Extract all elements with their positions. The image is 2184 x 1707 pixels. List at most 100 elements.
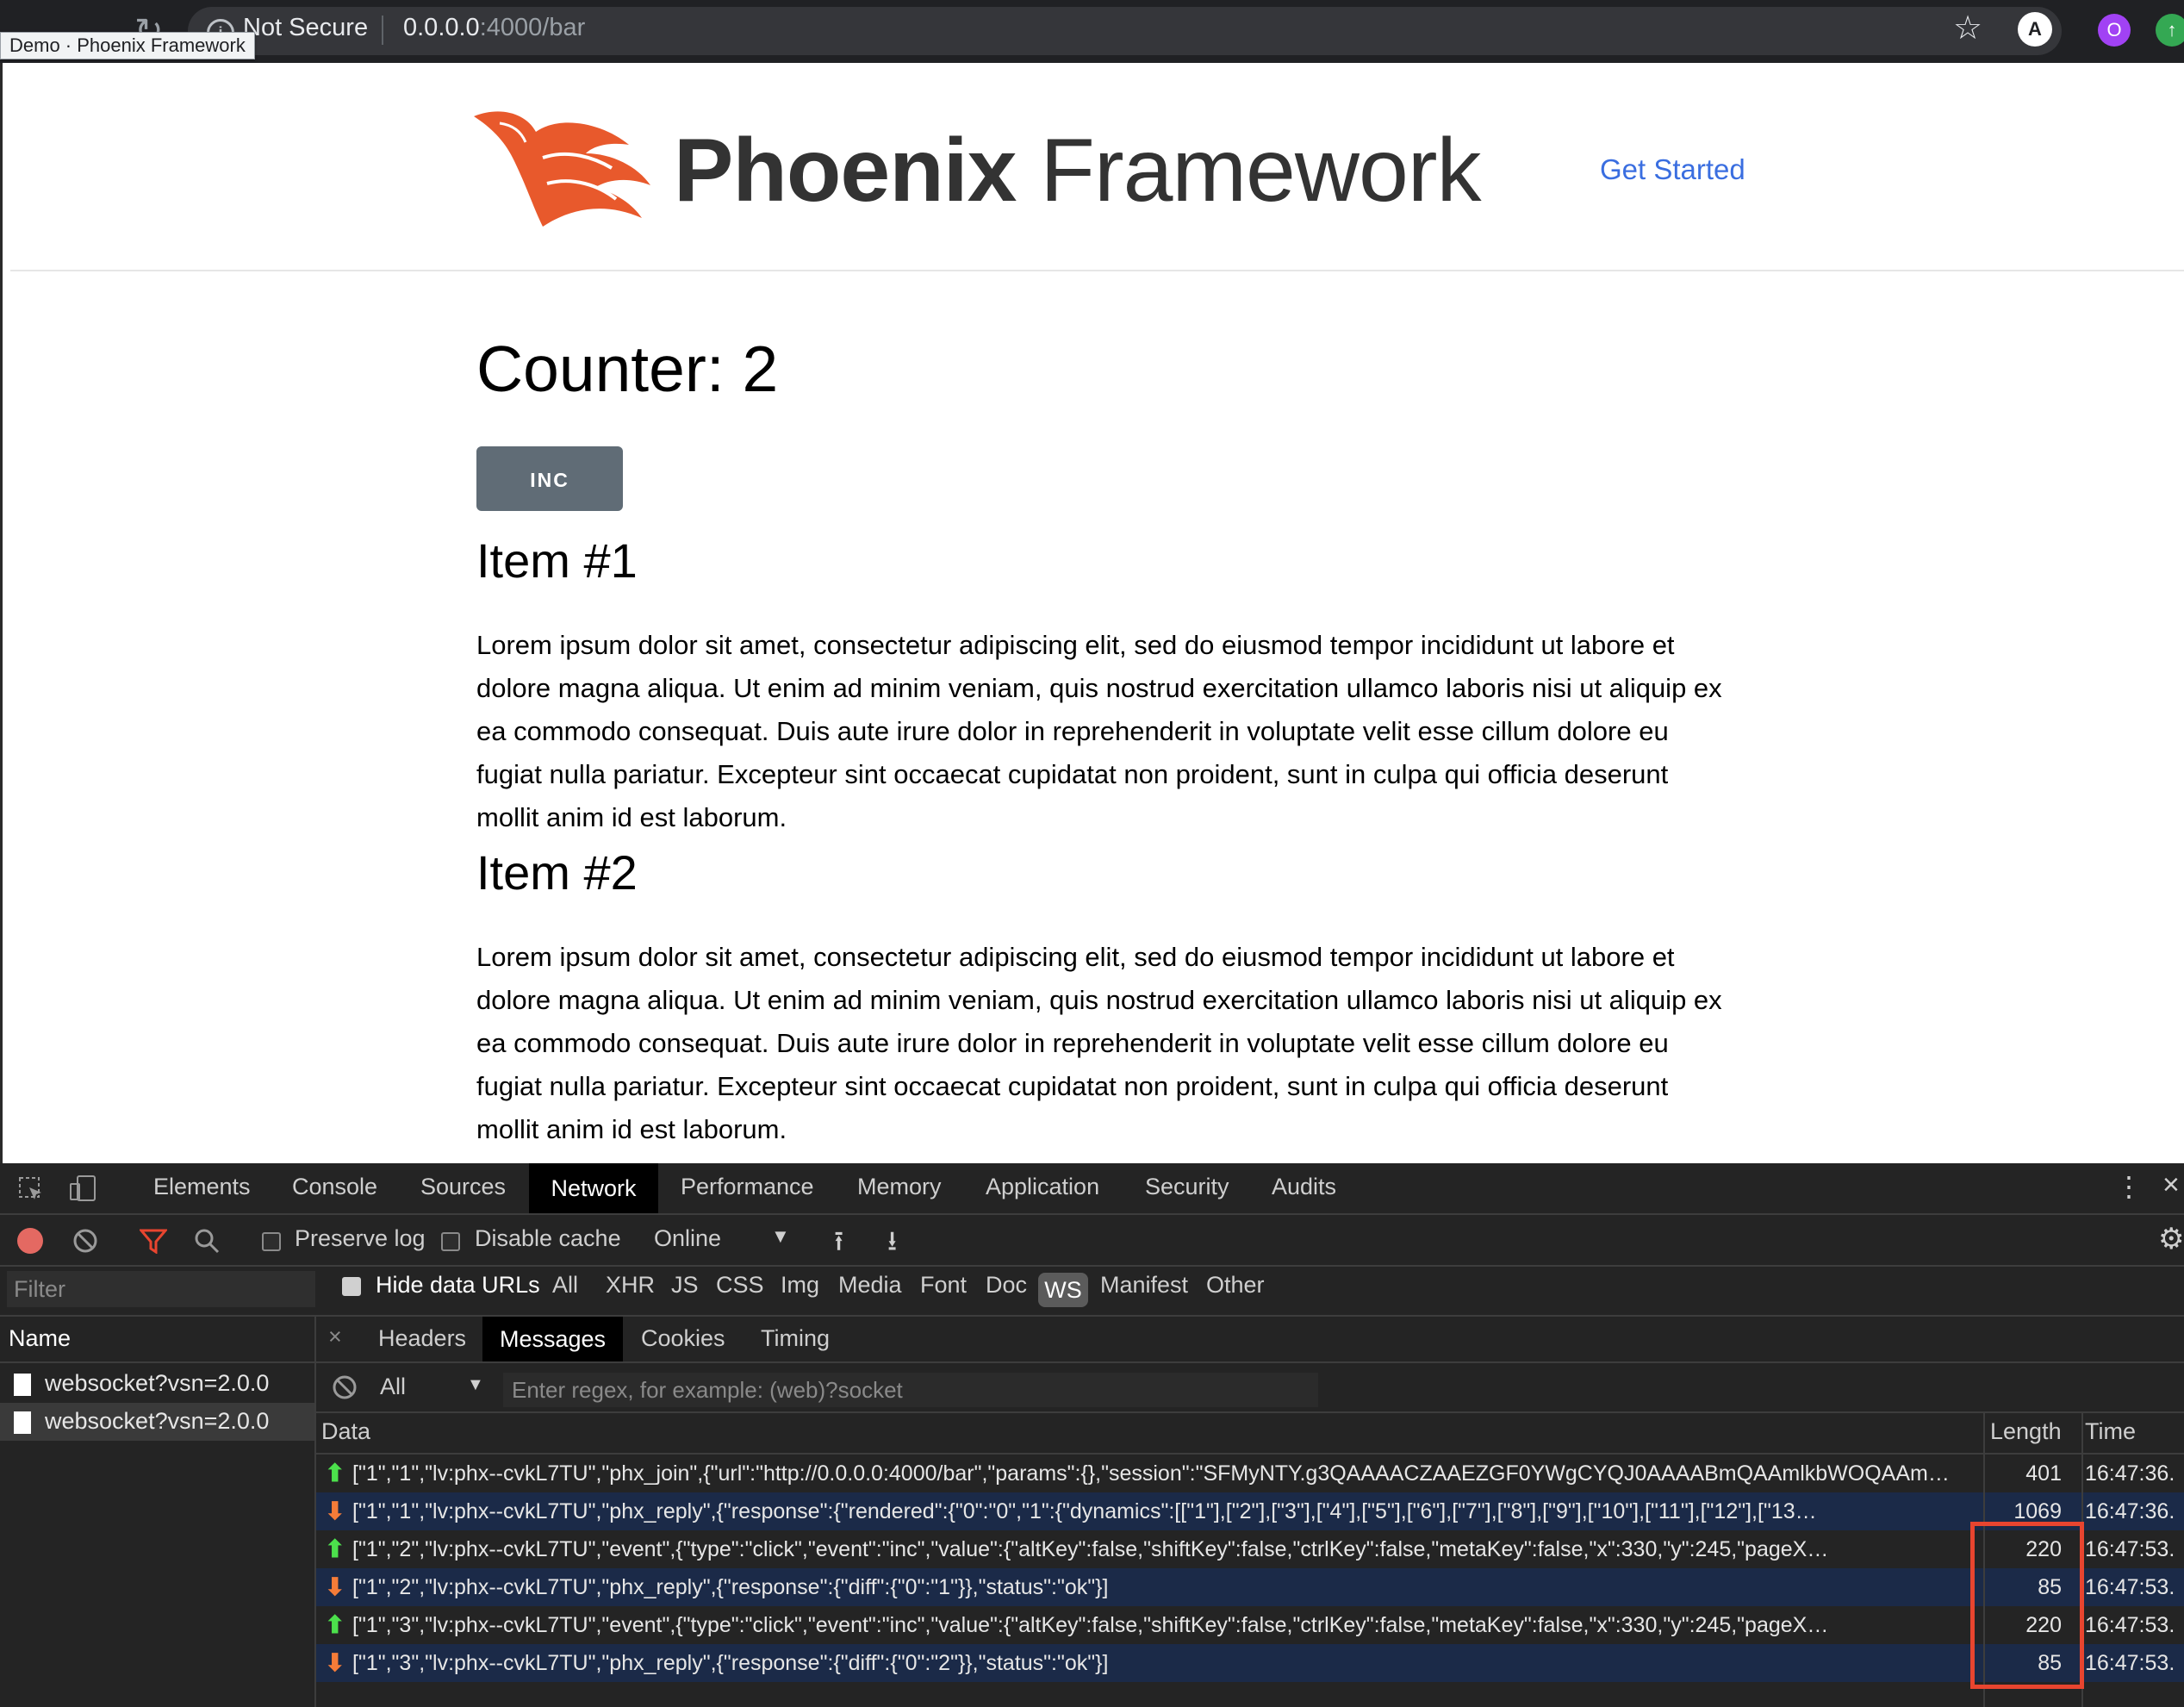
- filter-bar: [0, 1267, 2184, 1317]
- filter-type-font[interactable]: Font: [920, 1272, 967, 1299]
- chevron-down-icon[interactable]: ▼: [467, 1375, 484, 1395]
- filter-type-media[interactable]: Media: [838, 1272, 902, 1299]
- item-body: Lorem ipsum dolor sit amet, consectetur …: [476, 630, 1722, 832]
- filter-type-img[interactable]: Img: [781, 1272, 819, 1299]
- profile-avatar[interactable]: O: [2098, 14, 2131, 47]
- tab-timing[interactable]: Timing: [761, 1325, 830, 1352]
- message-data: ["1","1","lv:phx--cvkL7TU","phx_join",{"…: [352, 1461, 1951, 1486]
- page-frame-border: [0, 63, 3, 1163]
- url-host: 0.0.0.0: [403, 14, 480, 41]
- counter-heading: Counter: 2: [476, 333, 779, 405]
- tab-cookies[interactable]: Cookies: [641, 1325, 725, 1352]
- logo-bold: Phoenix: [674, 121, 1017, 221]
- message-data: ["1","3","lv:phx--cvkL7TU","event",{"typ…: [352, 1613, 1829, 1637]
- message-type-select[interactable]: All: [380, 1374, 406, 1400]
- bookmark-star-icon[interactable]: ☆: [1953, 9, 1982, 47]
- phoenix-logo-icon[interactable]: [465, 106, 663, 235]
- import-har-icon[interactable]: ⭱: [834, 1222, 843, 1268]
- record-icon[interactable]: [17, 1228, 43, 1254]
- filter-type-xhr[interactable]: XHR: [606, 1272, 655, 1299]
- get-started-link[interactable]: Get Started: [1600, 153, 1745, 186]
- message-time: 16:47:36.: [2085, 1461, 2175, 1486]
- message-row-sent[interactable]: ⬆ ["1","3","lv:phx--cvkL7TU","event",{"t…: [316, 1606, 2184, 1644]
- message-time: 16:47:53.: [2085, 1537, 2175, 1561]
- message-data: ["1","2","lv:phx--cvkL7TU","phx_reply",{…: [352, 1575, 1109, 1599]
- extension-update-icon[interactable]: ↑: [2156, 14, 2184, 47]
- tab-console[interactable]: Console: [292, 1174, 377, 1200]
- message-data: ["1","3","lv:phx--cvkL7TU","phx_reply",{…: [352, 1651, 1109, 1675]
- devtools-panel: Elements Console Sources Network Perform…: [0, 1163, 2184, 1707]
- close-detail-icon[interactable]: ×: [328, 1324, 342, 1350]
- disable-cache-checkbox[interactable]: [441, 1232, 460, 1251]
- tab-memory[interactable]: Memory: [857, 1174, 942, 1200]
- message-regex-input[interactable]: Enter regex, for example: (web)?socket: [503, 1373, 1318, 1407]
- filter-type-other[interactable]: Other: [1206, 1272, 1265, 1299]
- device-toolbar-icon[interactable]: [69, 1174, 98, 1203]
- browser-toolbar: ← → ↻ i Not Secure 0.0.0.0:4000/bar ☆ A …: [0, 0, 2184, 63]
- tab-elements[interactable]: Elements: [153, 1174, 251, 1200]
- request-row-selected[interactable]: websocket?vsn=2.0.0: [0, 1403, 314, 1441]
- url-divider: [382, 16, 383, 45]
- data-column-header[interactable]: Data: [321, 1418, 370, 1445]
- preserve-log-checkbox[interactable]: [262, 1232, 281, 1251]
- filter-type-ws[interactable]: WS: [1038, 1273, 1088, 1307]
- clear-icon[interactable]: [72, 1228, 98, 1254]
- export-har-icon[interactable]: ⭳: [887, 1222, 897, 1268]
- close-devtools-icon[interactable]: ×: [2162, 1168, 2180, 1202]
- length-column-header[interactable]: Length: [1990, 1418, 2062, 1445]
- filter-type-doc[interactable]: Doc: [986, 1272, 1027, 1299]
- filter-type-js[interactable]: JS: [671, 1272, 699, 1299]
- messages-table-header: Data Length Time: [316, 1413, 2184, 1455]
- arrow-up-icon: ⬆: [325, 1611, 345, 1638]
- filter-type-manifest[interactable]: Manifest: [1100, 1272, 1188, 1299]
- logo-light: Framework: [1016, 121, 1481, 221]
- tab-performance[interactable]: Performance: [681, 1174, 814, 1200]
- message-time: 16:47:53.: [2085, 1651, 2175, 1675]
- message-row-received[interactable]: ⬇ ["1","3","lv:phx--cvkL7TU","phx_reply"…: [316, 1644, 2184, 1682]
- message-row-received[interactable]: ⬇ ["1","2","lv:phx--cvkL7TU","phx_reply"…: [316, 1568, 2184, 1606]
- chevron-down-icon[interactable]: ▼: [771, 1225, 790, 1248]
- tab-audits[interactable]: Audits: [1272, 1174, 1336, 1200]
- extension-a-icon[interactable]: A: [2018, 12, 2052, 47]
- more-options-icon[interactable]: ⋮: [2115, 1170, 2143, 1203]
- message-row-sent[interactable]: ⬆ ["1","1","lv:phx--cvkL7TU","phx_join",…: [316, 1455, 2184, 1492]
- settings-gear-icon[interactable]: ⚙: [2158, 1222, 2184, 1256]
- filter-type-all[interactable]: All: [552, 1272, 578, 1299]
- throttling-select[interactable]: Online: [654, 1225, 721, 1252]
- inc-button[interactable]: INC: [476, 446, 623, 511]
- request-list-header: Name: [0, 1317, 314, 1363]
- tab-application[interactable]: Application: [986, 1174, 1099, 1200]
- tab-sources[interactable]: Sources: [420, 1174, 506, 1200]
- filter-type-css[interactable]: CSS: [716, 1272, 764, 1299]
- tab-security[interactable]: Security: [1145, 1174, 1229, 1200]
- item-title: Item #1: [476, 533, 638, 588]
- url-text[interactable]: 0.0.0.0:4000/bar: [403, 14, 585, 42]
- request-name: websocket?vsn=2.0.0: [45, 1408, 270, 1434]
- message-time: 16:47:53.: [2085, 1575, 2175, 1599]
- hide-data-urls-checkbox[interactable]: [342, 1277, 361, 1296]
- search-icon[interactable]: [193, 1227, 221, 1255]
- tab-messages[interactable]: Messages: [482, 1317, 623, 1361]
- tab-network[interactable]: Network: [529, 1163, 658, 1213]
- hide-data-urls-label: Hide data URLs: [376, 1272, 540, 1298]
- tab-tooltip: Demo · Phoenix Framework: [0, 32, 255, 59]
- message-time: 16:47:53.: [2085, 1613, 2175, 1637]
- request-row[interactable]: websocket?vsn=2.0.0: [0, 1365, 314, 1403]
- item-body: Lorem ipsum dolor sit amet, consectetur …: [476, 942, 1722, 1144]
- message-length: 401: [2025, 1461, 2062, 1486]
- tab-headers[interactable]: Headers: [378, 1325, 466, 1352]
- inspect-element-icon[interactable]: [17, 1175, 45, 1203]
- filter-icon[interactable]: [140, 1228, 167, 1254]
- time-column-header[interactable]: Time: [2085, 1418, 2136, 1445]
- length-highlight-annotation: [1970, 1522, 2084, 1689]
- filter-input[interactable]: Filter: [7, 1271, 315, 1307]
- site-logo-text[interactable]: Phoenix Framework: [674, 120, 1481, 222]
- message-row-received[interactable]: ⬇ ["1","1","lv:phx--cvkL7TU","phx_reply"…: [316, 1492, 2184, 1530]
- url-path: :4000/bar: [479, 14, 586, 41]
- name-column-header[interactable]: Name: [9, 1325, 71, 1352]
- arrow-down-icon: ⬇: [325, 1498, 345, 1524]
- message-data: ["1","1","lv:phx--cvkL7TU","phx_reply",{…: [352, 1499, 1817, 1523]
- message-row-sent[interactable]: ⬆ ["1","2","lv:phx--cvkL7TU","event",{"t…: [316, 1530, 2184, 1568]
- security-label[interactable]: Not Secure: [243, 14, 368, 42]
- clear-messages-icon[interactable]: [332, 1374, 358, 1400]
